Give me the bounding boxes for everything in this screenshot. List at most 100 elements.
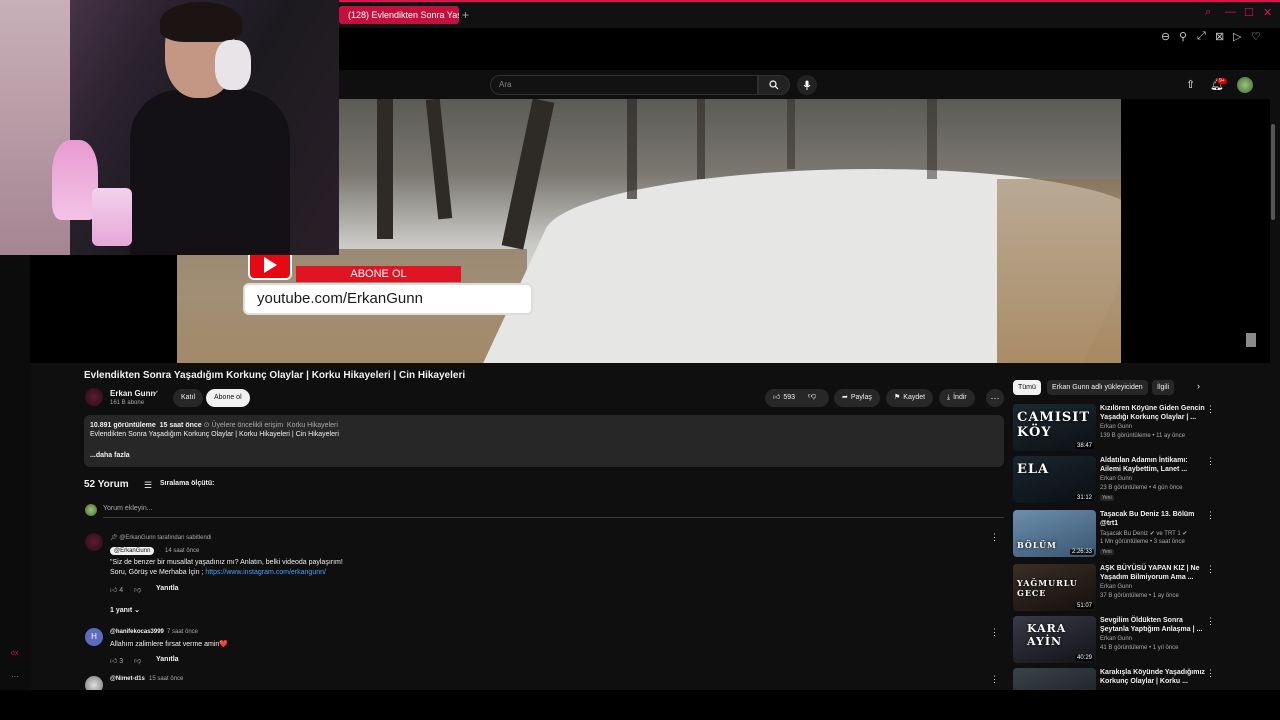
rec-title: Sevgilim Öldükten Sonra Şeytanla Yaptığı… [1100, 617, 1203, 633]
video-thumbnail: BÖLÜM 2:26:33 [1013, 510, 1096, 557]
comment-author[interactable]: @Nimet-d1s [110, 676, 145, 682]
download-button[interactable]: ⤓ İndir [939, 389, 975, 407]
chevron-right-icon[interactable]: › [1197, 381, 1200, 391]
tree-trunk [425, 99, 453, 220]
verified-icon: ✔ [153, 390, 159, 397]
rec-menu-icon[interactable]: ⋮ [1206, 456, 1215, 467]
share-label: Paylaş [850, 394, 872, 401]
comment-menu-icon[interactable]: ⋮ [990, 532, 999, 543]
sidebar-ox-label[interactable]: ox [11, 650, 18, 657]
instagram-link[interactable]: https://www.instagram.com/erkangunn/ [205, 569, 326, 576]
browser-tab[interactable]: (128) Evlendikten Sonra Yaşadığım [339, 6, 459, 24]
headphones [215, 40, 251, 90]
more-icon: ⋯ [990, 393, 1000, 403]
recommended-video[interactable]: CAMISIT KÖY 38:47 Kızılören Köyüne Giden… [1013, 404, 1215, 452]
comment-avatar[interactable]: H [85, 628, 103, 646]
recommended-video[interactable]: YAĞMURLU GECE 51:07 AŞK BÜYÜSÜ YAPAN KIZ… [1013, 564, 1215, 612]
video-meta: 10.891 görüntüleme 15 saat önce ⊙ Üyeler… [90, 421, 998, 429]
account-avatar[interactable] [1237, 77, 1253, 93]
subscribe-button[interactable]: Abone ol [206, 389, 250, 407]
video-tag[interactable]: Korku Hikayeleri [287, 422, 338, 429]
join-button[interactable]: Katıl [173, 389, 204, 407]
grass-area [997, 179, 1121, 363]
thumbs-down-icon: 👎︎ [808, 391, 817, 400]
new-tab-button[interactable]: + [462, 8, 469, 22]
comment-time[interactable]: 7 saat önce [167, 629, 198, 635]
reply-button[interactable]: Yanıtla [156, 656, 179, 663]
comment-time[interactable]: 15 saat önce [149, 676, 183, 682]
pin-icon[interactable]: ⚲ [1179, 30, 1187, 43]
recommended-video[interactable]: KARA AYİN 40:29 Sevgilim Öldükten Sonra … [1013, 616, 1215, 664]
save-button[interactable]: ⚑ Kaydet [886, 389, 934, 407]
maximize-button[interactable]: ☐ [1244, 6, 1254, 19]
comment-text: "Siz de benzer bir musallat yaşadınız mı… [110, 559, 343, 566]
subscriber-count: 161 B abone [110, 400, 145, 406]
thumbs-up-icon: 👍︎ [773, 394, 781, 401]
side-panel-toggle[interactable] [1246, 333, 1256, 347]
channel-url-overlay: youtube.com/ErkanGunn [245, 285, 531, 313]
minimize-button[interactable]: — [1225, 6, 1236, 18]
more-actions-button[interactable]: ⋯ [986, 389, 1004, 407]
add-comment-input[interactable]: Yorum ekleyin... [103, 505, 153, 512]
comment-menu-icon[interactable]: ⋮ [990, 674, 999, 685]
rec-meta: 23 B görüntüleme • 4 gün önce [1100, 485, 1183, 491]
sidebar-more-icon[interactable]: ··· [11, 672, 19, 681]
comment-time[interactable]: 14 saat önce [165, 548, 199, 554]
divider [103, 517, 1004, 518]
upload-time: 15 saat önce [159, 422, 202, 429]
shield-icon[interactable]: ⊠ [1215, 30, 1224, 43]
rec-menu-icon[interactable]: ⋮ [1206, 616, 1215, 627]
voice-search-button[interactable] [797, 75, 817, 95]
recommended-video[interactable]: Karakışla Köyünde Yaşadığımız Korkunç Ol… [1013, 668, 1213, 690]
rec-channel: Erkan Gunn [1100, 476, 1133, 482]
search-input[interactable]: Ara [490, 75, 758, 95]
thumbnail-text: YAĞMURLU GECE [1017, 578, 1078, 598]
comment-text: Allahım zalimlere fırsat verme amin❤️ [110, 641, 229, 648]
recommended-video[interactable]: ELA 31:12 Aldatılan Adamın İntikamı: Ail… [1013, 456, 1215, 504]
chip-related[interactable]: İlgili [1152, 380, 1175, 395]
comment-dislike-button[interactable]: 👎︎ [134, 585, 141, 594]
upload-icon[interactable]: ⇧ [1186, 78, 1195, 91]
chip-all[interactable]: Tümü [1013, 380, 1041, 395]
save-label: Kaydet [903, 394, 926, 401]
close-button[interactable]: ✕ [1263, 6, 1272, 19]
rec-menu-icon[interactable]: ⋮ [1206, 564, 1215, 575]
show-more-link[interactable]: ...daha fazla [90, 452, 998, 459]
share-button[interactable]: ➦ Paylaş [834, 389, 880, 407]
share-icon: ➦ [842, 394, 848, 401]
recommended-video[interactable]: BÖLÜM 2:26:33 Taşacak Bu Deniz 13. Bölüm… [1013, 510, 1215, 558]
tab-title: (128) Evlendikten Sonra Yaşadığım [348, 10, 459, 20]
comment-like-button[interactable]: 👍︎ 4 [110, 585, 123, 594]
tree-trunk [377, 99, 393, 239]
heart-icon[interactable]: ♡ [1251, 30, 1261, 43]
comment-like-button[interactable]: 👍︎ 3 [110, 656, 123, 665]
channel-avatar[interactable] [85, 388, 103, 406]
rec-title: AŞK BÜYÜSÜ YAPAN KIZ | Ne Yaşadım Bilmiy… [1100, 565, 1200, 581]
sort-icon[interactable]: ☰ [144, 480, 152, 491]
zoom-icon[interactable]: ⊖ [1161, 30, 1170, 43]
video-duration: 31:12 [1074, 495, 1094, 501]
description-box[interactable]: 10.891 görüntüleme 15 saat önce ⊙ Üyeler… [84, 415, 1004, 467]
play-icon[interactable]: ▷ [1233, 30, 1241, 43]
like-button[interactable]: 👍︎ 593 [765, 389, 829, 407]
dislike-button[interactable]: 👎︎ [808, 391, 816, 401]
comment-dislike-button[interactable]: 👎︎ [134, 656, 141, 665]
comment-menu-icon[interactable]: ⋮ [990, 627, 999, 638]
replies-toggle[interactable]: 1 yanıt ⌄ [110, 606, 140, 614]
rec-menu-icon[interactable]: ⋮ [1206, 510, 1215, 521]
search-icon[interactable]: ⌕ [1205, 6, 1211, 19]
search-button[interactable] [758, 75, 790, 95]
sort-button[interactable]: Sıralama ölçütü: [160, 480, 214, 487]
chip-from-uploader[interactable]: Erkan Gunn adlı yükleyiciden [1047, 380, 1148, 395]
comment-author[interactable]: @hanifekocas3999 [110, 629, 164, 635]
comment-avatar[interactable] [85, 533, 103, 551]
screenshot-icon[interactable]: ⤢ [1197, 30, 1206, 43]
scrollbar[interactable] [1271, 124, 1275, 220]
channel-name[interactable]: Erkan Gunn [110, 389, 155, 398]
comment-text: Soru, Görüş ve Merhaba İçin ; https://ww… [110, 569, 326, 576]
view-count: 10.891 görüntüleme [90, 422, 156, 429]
rec-menu-icon[interactable]: ⋮ [1206, 668, 1213, 679]
reply-button[interactable]: Yanıtla [156, 585, 179, 592]
rec-menu-icon[interactable]: ⋮ [1206, 404, 1215, 415]
comment-author[interactable]: @ErkanGunn [110, 547, 155, 555]
